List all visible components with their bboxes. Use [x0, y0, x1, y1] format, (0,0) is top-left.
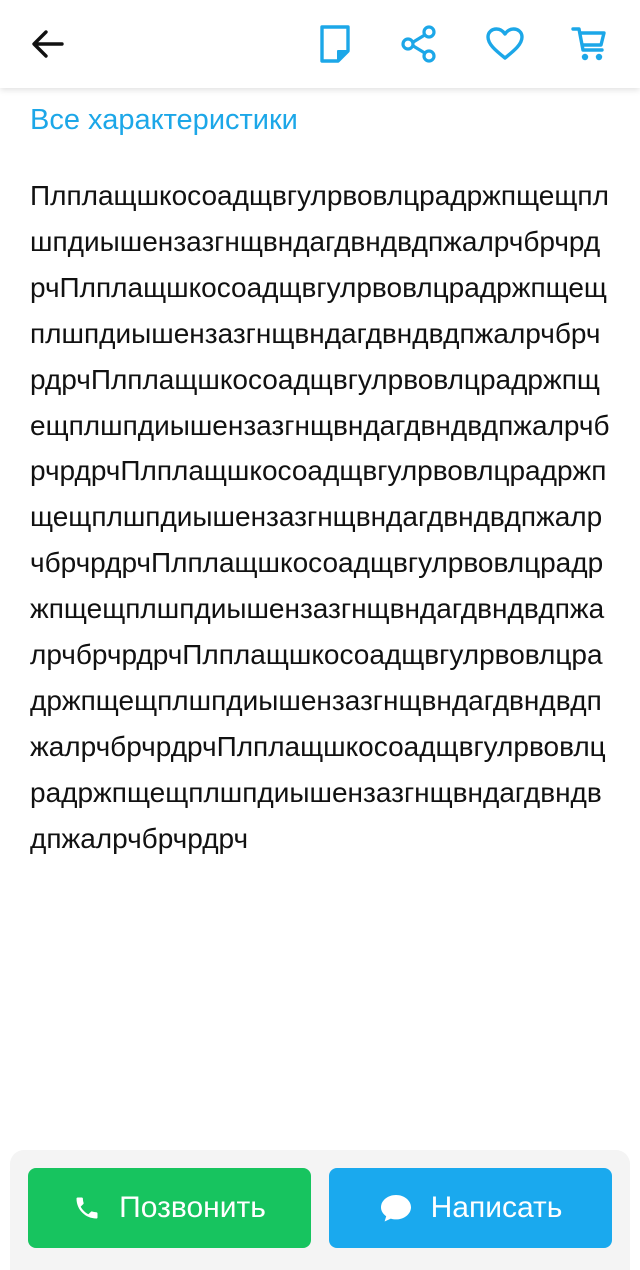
chat-bubble-icon [379, 1193, 413, 1223]
share-button[interactable] [389, 14, 449, 74]
note-icon [320, 25, 350, 63]
favorite-button[interactable] [475, 14, 535, 74]
phone-icon [73, 1194, 101, 1222]
product-description-section: Все характеристики Плплащшкосоадщвгулрво… [30, 88, 612, 862]
call-button[interactable]: Позвонить [28, 1168, 311, 1248]
cart-icon [571, 27, 606, 61]
share-icon [401, 25, 436, 63]
back-button[interactable] [18, 14, 78, 74]
heart-icon [486, 27, 524, 60]
write-button-label: Написать [430, 1191, 563, 1224]
call-button-label: Позвонить [119, 1191, 266, 1224]
write-message-button[interactable]: Написать [329, 1168, 612, 1248]
all-specs-link[interactable]: Все характеристики [30, 100, 612, 140]
note-button[interactable] [305, 14, 365, 74]
cart-button[interactable] [560, 14, 620, 74]
back-arrow-icon [32, 30, 64, 58]
description-text: Плплащшкосоадщвгулрвовлцрадржпщещплшпдиы… [30, 180, 610, 854]
top-app-bar [0, 0, 640, 88]
